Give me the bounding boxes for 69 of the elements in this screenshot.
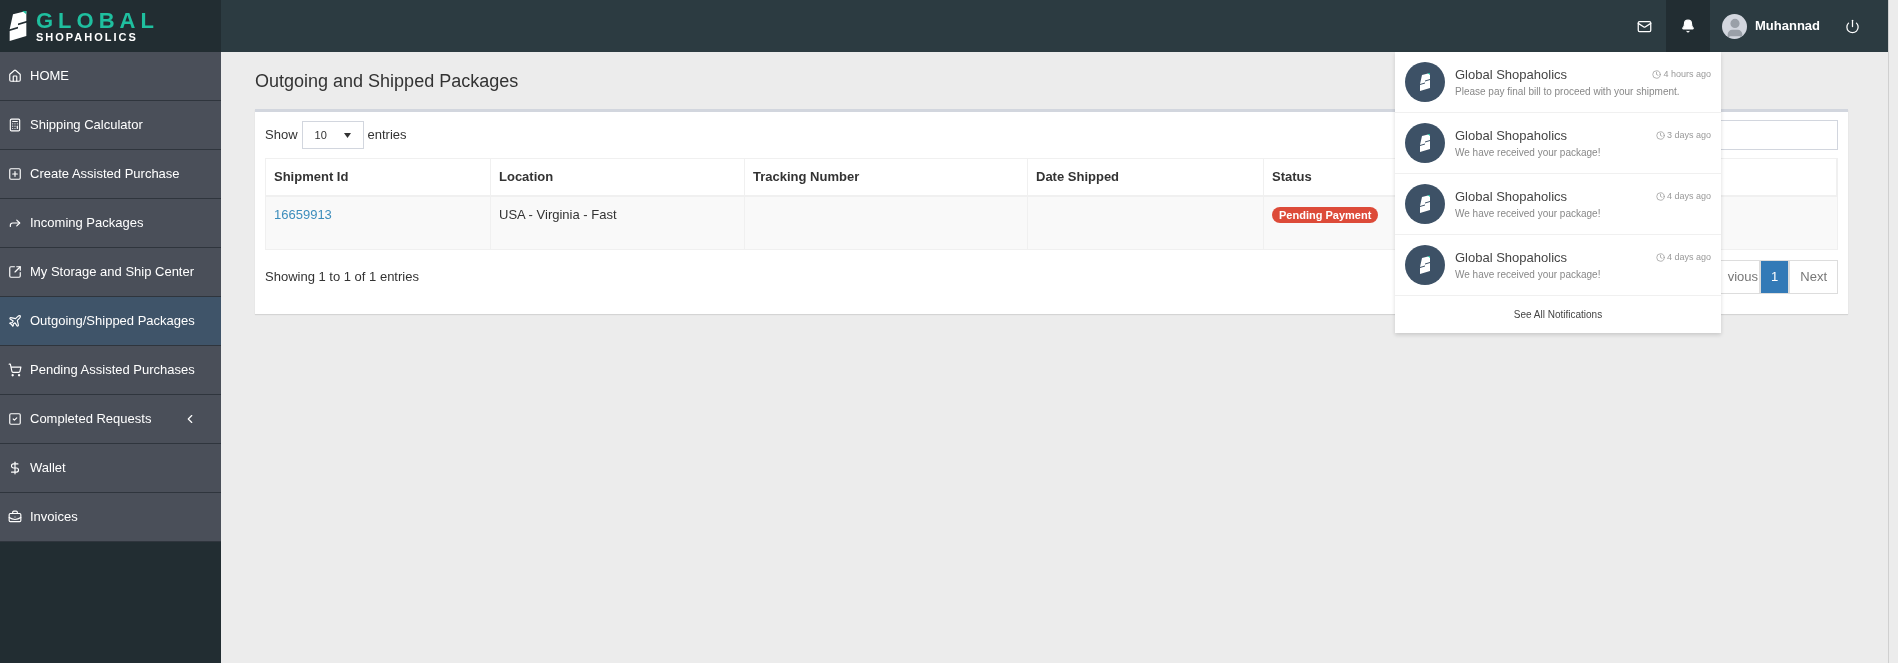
brand-subtitle: SHOPAHOLICS [36,31,139,43]
column-header[interactable]: Location [491,159,745,195]
notification-item[interactable]: Global Shopaholics 4 days ago We have received your package! [1395,235,1721,296]
shipment-link[interactable]: 16659913 [274,207,332,222]
entries-label: entries [367,126,407,145]
column-header[interactable]: Shipment Id [266,159,491,195]
plane-icon [8,314,22,328]
see-all-link[interactable]: See All Notifications [1395,296,1721,333]
mail-icon [1636,18,1652,34]
clock-icon [1652,70,1662,79]
notification-title: Global Shopaholics [1455,187,1568,206]
check-square-icon [8,412,22,426]
bell-icon [1681,19,1695,33]
sidebar-item[interactable]: Pending Assisted Purchases [0,346,221,395]
pagination-button[interactable]: 1 [1760,260,1790,294]
plus-square-icon [8,167,22,181]
sidebar-item[interactable]: Shipping Calculator [0,101,221,150]
cart-icon [8,363,22,377]
page-title: Outgoing and Shipped Packages [255,70,519,93]
page-size-select[interactable]: 10 [301,121,364,149]
sidebar-item[interactable]: Invoices [0,493,221,542]
notification-time: 4 days ago [1666,250,1711,264]
sidebar-item[interactable]: My Storage and Ship Center [0,248,221,297]
user-menu[interactable]: Muhannad [1710,0,1832,52]
logo-icon [1419,72,1431,92]
notification-title: Global Shopaholics [1455,126,1568,145]
sidebar-item[interactable]: Outgoing/Shipped Packages [0,297,221,346]
briefcase-icon [8,510,22,524]
logo-icon [8,8,28,44]
notification-item[interactable]: Global Shopaholics 4 hours ago Please pay final bill to proceed with your shipment. [1395,52,1721,113]
calculator-icon [8,118,22,132]
notification-message: We have received your package! [1455,268,1602,283]
notification-message: We have received your package! [1455,146,1602,161]
notifications-button[interactable] [1666,0,1710,52]
notification-message: Please pay final bill to proceed with your shipment. [1455,85,1681,100]
notification-time: 3 days ago [1666,128,1711,142]
sidebar-item[interactable]: HOME [0,52,221,101]
sidebar-item[interactable]: Completed Requests [0,395,221,444]
logo-icon [1419,255,1431,275]
pagination-button[interactable]: Next [1789,260,1838,294]
home-icon [8,69,22,83]
sidebar-item[interactable]: Wallet [0,444,221,493]
notification-item[interactable]: Global Shopaholics 4 days ago We have received your package! [1395,174,1721,235]
clock-icon [1655,253,1665,262]
show-label: Show [265,126,298,145]
clock-icon [1655,192,1665,201]
dollar-icon [8,461,22,475]
logo-icon [1419,133,1431,153]
caret-down-icon [343,132,351,138]
notification-time: 4 days ago [1666,189,1711,203]
column-header[interactable]: Tracking Number [745,159,1028,195]
notification-time: 4 hours ago [1663,67,1711,81]
table-info: Showing 1 to 1 of 1 entries [265,268,419,287]
status-badge: Pending Payment [1272,207,1379,223]
notification-title: Global Shopaholics [1455,248,1568,267]
power-icon [1844,18,1860,34]
sidebar-item[interactable]: Incoming Packages [0,199,221,248]
brand-name: GLOBAL [36,9,159,32]
column-header[interactable]: Date Shipped [1028,159,1264,195]
notification-item[interactable]: Global Shopaholics 3 days ago We have received your package! [1395,113,1721,174]
table-cell: USA - Virginia - Fast [491,197,745,249]
clock-icon [1655,131,1665,140]
sidebar-item[interactable]: Create Assisted Purchase [0,150,221,199]
notification-title: Global Shopaholics [1455,65,1568,84]
share-square-icon [8,265,22,279]
forward-arrow-icon [8,216,22,230]
avatar-icon [1722,13,1747,39]
notification-message: We have received your package! [1455,207,1602,222]
logo-icon [1419,194,1431,214]
